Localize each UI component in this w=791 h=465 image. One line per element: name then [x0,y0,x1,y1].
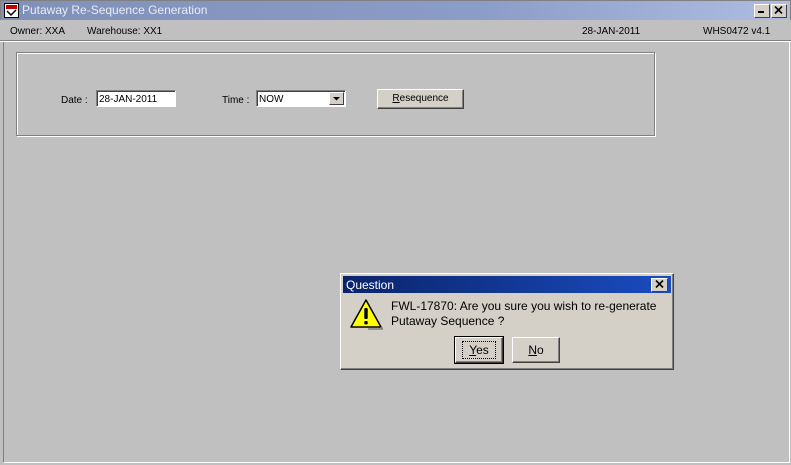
dialog-title-bar[interactable]: Question [343,276,671,293]
chevron-down-icon [333,97,340,101]
dialog-title: Question [346,278,395,292]
window-title-bar[interactable]: Putaway Re-Sequence Generation [0,0,791,20]
date-label: Date : [61,95,88,106]
info-bar: Owner: XXA Warehouse: XX1 28-JAN-2011 WH… [0,20,791,41]
parameters-group: Date : 28-JAN-2011 Time : NOW Resequence [16,52,655,136]
dropdown-button[interactable] [329,92,344,105]
date-field[interactable]: 28-JAN-2011 [96,90,176,107]
question-dialog: Question FWL-17870: Are you sure you wis… [340,273,674,370]
dialog-message: FWL-17870: Are you sure you wish to re-g… [391,299,671,329]
minimize-icon [758,11,764,13]
yes-button[interactable]: Yes [454,336,504,364]
close-icon [655,280,664,288]
close-icon [774,6,783,14]
dialog-message-line2: Putaway Sequence ? [391,314,505,328]
dialog-close-button[interactable] [651,278,668,292]
window-title: Putaway Re-Sequence Generation [22,3,208,17]
resequence-button[interactable]: Resequence [377,89,464,109]
form-area: Date : 28-JAN-2011 Time : NOW Resequence [3,42,790,463]
warning-icon [349,298,385,333]
program-version: WHS0472 v4.1 [703,26,771,37]
minimize-button[interactable] [754,4,770,18]
owner-info: Owner: XXA [10,26,66,37]
time-label: Time : [222,95,250,106]
warehouse-info: Warehouse: XX1 [87,26,163,37]
time-select-value: NOW [259,94,284,105]
time-select[interactable]: NOW [256,90,346,107]
no-button[interactable]: No [512,337,560,363]
app-icon[interactable] [4,3,19,18]
dialog-message-line1: FWL-17870: Are you sure you wish to re-g… [391,299,657,313]
close-button[interactable] [771,4,787,18]
current-date: 28-JAN-2011 [582,26,641,37]
